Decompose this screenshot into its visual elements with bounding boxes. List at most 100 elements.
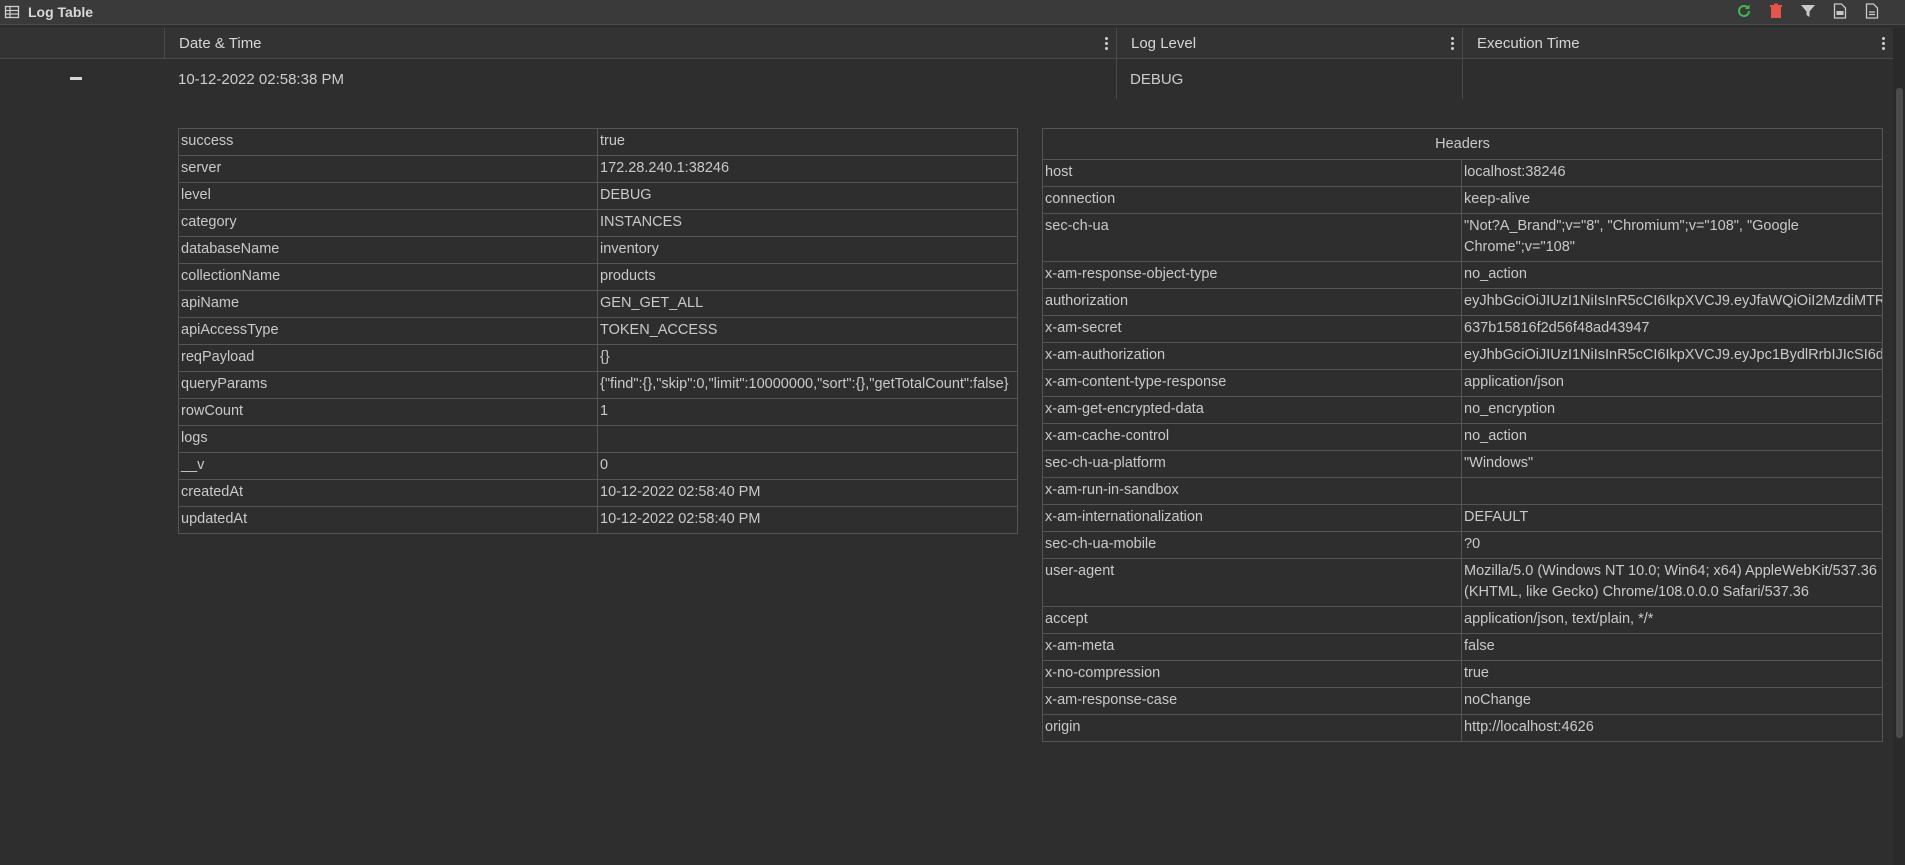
header-row: sec-ch-ua "Not?A_Brand";v="8", "Chromium"… <box>1042 213 1883 262</box>
detail-row-value: {"find":{},"skip":0,"limit":10000000,"so… <box>597 371 1018 399</box>
header-row-value: Mozilla/5.0 (Windows NT 10.0; Win64; x64… <box>1461 558 1883 607</box>
header-row-value: no_action <box>1461 261 1883 289</box>
header-row-value: localhost:38246 <box>1461 159 1883 187</box>
scrollbar-thumb[interactable] <box>1896 88 1903 738</box>
filter-icon[interactable] <box>1799 2 1817 20</box>
row-log-level: DEBUG <box>1130 70 1184 88</box>
header-row-key: sec-ch-ua <box>1042 213 1462 262</box>
header-row-value: noChange <box>1461 687 1883 715</box>
window-title: Log Table <box>28 4 94 20</box>
headers-table: Headers host localhost:38246 connection kee… <box>1042 128 1883 742</box>
detail-row: __v 0 <box>178 452 1018 480</box>
column-menu-icon[interactable] <box>1450 35 1454 51</box>
header-row: x-am-response-case noChange <box>1042 687 1883 715</box>
table-header: Date & Time Log Level Execution Time <box>0 28 1893 59</box>
header-row-key: x-am-content-type-response <box>1042 369 1462 397</box>
detail-row-key: updatedAt <box>178 506 598 534</box>
detail-row: createdAt 10-12-2022 02:58:40 PM <box>178 479 1018 507</box>
header-row: origin http://localhost:4626 <box>1042 714 1883 742</box>
header-row: authorization eyJhbGciOiJIUzI1NiIsInR5cCI… <box>1042 288 1883 316</box>
detail-row: category INSTANCES <box>178 209 1018 237</box>
detail-row-value: GEN_GET_ALL <box>597 290 1018 318</box>
column-header-log-level[interactable]: Log Level <box>1116 28 1462 58</box>
header-row-value: 637b15816f2d56f48ad43947 <box>1461 315 1883 343</box>
header-row: x-am-secret 637b15816f2d56f48ad43947 <box>1042 315 1883 343</box>
header-row-value: no_action <box>1461 423 1883 451</box>
header-row: x-am-internationalization DEFAULT <box>1042 504 1883 532</box>
detail-row-value: DEBUG <box>597 182 1018 210</box>
export-file-icon[interactable] <box>1863 2 1881 20</box>
detail-row-value: true <box>597 128 1018 156</box>
vertical-scrollbar[interactable] <box>1893 28 1905 865</box>
header-row-key: x-am-cache-control <box>1042 423 1462 451</box>
column-header-label: Log Level <box>1131 34 1197 52</box>
header-row-value: true <box>1461 660 1883 688</box>
header-row-key: x-am-get-encrypted-data <box>1042 396 1462 424</box>
header-row: x-am-cache-control no_action <box>1042 423 1883 451</box>
detail-row-key: queryParams <box>178 371 598 399</box>
header-row-value: keep-alive <box>1461 186 1883 214</box>
header-row-key: host <box>1042 159 1462 187</box>
header-row-key: connection <box>1042 186 1462 214</box>
detail-row: updatedAt 10-12-2022 02:58:40 PM <box>178 506 1018 534</box>
column-menu-icon[interactable] <box>1881 35 1885 51</box>
detail-row: rowCount 1 <box>178 398 1018 426</box>
detail-row-key: level <box>178 182 598 210</box>
collapse-icon[interactable] <box>70 77 82 80</box>
header-row-value: "Not?A_Brand";v="8", "Chromium";v="108",… <box>1461 213 1883 262</box>
detail-row: queryParams {"find":{},"skip":0,"limit":1… <box>178 371 1018 399</box>
column-header-label: Execution Time <box>1477 34 1580 52</box>
detail-row-key: apiName <box>178 290 598 318</box>
header-row-key: x-am-authorization <box>1042 342 1462 370</box>
export-pdf-icon[interactable] <box>1831 2 1849 20</box>
detail-row: reqPayload{} <box>178 344 1018 372</box>
toolbar <box>1735 2 1881 20</box>
detail-row: collectionName products <box>178 263 1018 291</box>
header-row-value: ?0 <box>1461 531 1883 559</box>
detail-row-value: {} <box>597 344 1018 372</box>
detail-row-value: INSTANCES <box>597 209 1018 237</box>
header-row-key: origin <box>1042 714 1462 742</box>
header-row: x-no-compression true <box>1042 660 1883 688</box>
header-row: sec-ch-ua-mobile ?0 <box>1042 531 1883 559</box>
detail-row-value: 10-12-2022 02:58:40 PM <box>597 506 1018 534</box>
detail-row-value: 172.28.240.1:38246 <box>597 155 1018 183</box>
detail-row: apiAccessType TOKEN_ACCESS <box>178 317 1018 345</box>
header-row: sec-ch-ua-platform "Windows" <box>1042 450 1883 478</box>
detail-row: apiName GEN_GET_ALL <box>178 290 1018 318</box>
table-row[interactable]: 10-12-2022 02:58:38 PM DEBUG <box>0 59 1893 99</box>
log-details-table: success true server 172.28.240.1:38246 level… <box>178 128 1018 534</box>
header-row-value: "Windows" <box>1461 450 1883 478</box>
header-row-key: x-am-meta <box>1042 633 1462 661</box>
header-row: x-am-meta false <box>1042 633 1883 661</box>
header-row-key: x-am-run-in-sandbox <box>1042 477 1462 505</box>
header-row: x-am-content-type-response application/js… <box>1042 369 1883 397</box>
header-row-key: user-agent <box>1042 558 1462 607</box>
column-header-execution-time[interactable]: Execution Time <box>1462 28 1893 58</box>
header-row-value: eyJhbGciOiJIUzI1NiIsInR5cCI6IkpXVCJ9.eyJ… <box>1461 288 1883 316</box>
detail-row-value: products <box>597 263 1018 291</box>
column-menu-icon[interactable] <box>1104 35 1108 51</box>
header-row: connection keep-alive <box>1042 186 1883 214</box>
detail-row-key: apiAccessType <box>178 317 598 345</box>
table-icon <box>4 4 20 20</box>
title-bar: Log Table <box>0 0 1905 25</box>
header-row-key: x-am-secret <box>1042 315 1462 343</box>
header-row-value <box>1461 477 1883 505</box>
trash-icon[interactable] <box>1767 2 1785 20</box>
header-row-value: no_encryption <box>1461 396 1883 424</box>
detail-row-key: logs <box>178 425 598 453</box>
headers-title: Headers <box>1042 128 1883 160</box>
header-row-value: eyJhbGciOiJIUzI1NiIsInR5cCI6IkpXVCJ9.eyJ… <box>1461 342 1883 370</box>
refresh-icon[interactable] <box>1735 2 1753 20</box>
header-row: x-am-response-object-type no_action <box>1042 261 1883 289</box>
detail-row-key: success <box>178 128 598 156</box>
header-row-value: http://localhost:4626 <box>1461 714 1883 742</box>
detail-row: success true <box>178 128 1018 156</box>
detail-row-key: createdAt <box>178 479 598 507</box>
column-header-datetime[interactable]: Date & Time <box>164 28 1116 58</box>
header-row: user-agent Mozilla/5.0 (Windows NT 10.0; … <box>1042 558 1883 607</box>
header-row-key: x-am-response-object-type <box>1042 261 1462 289</box>
detail-row-value: 0 <box>597 452 1018 480</box>
header-row-key: x-no-compression <box>1042 660 1462 688</box>
